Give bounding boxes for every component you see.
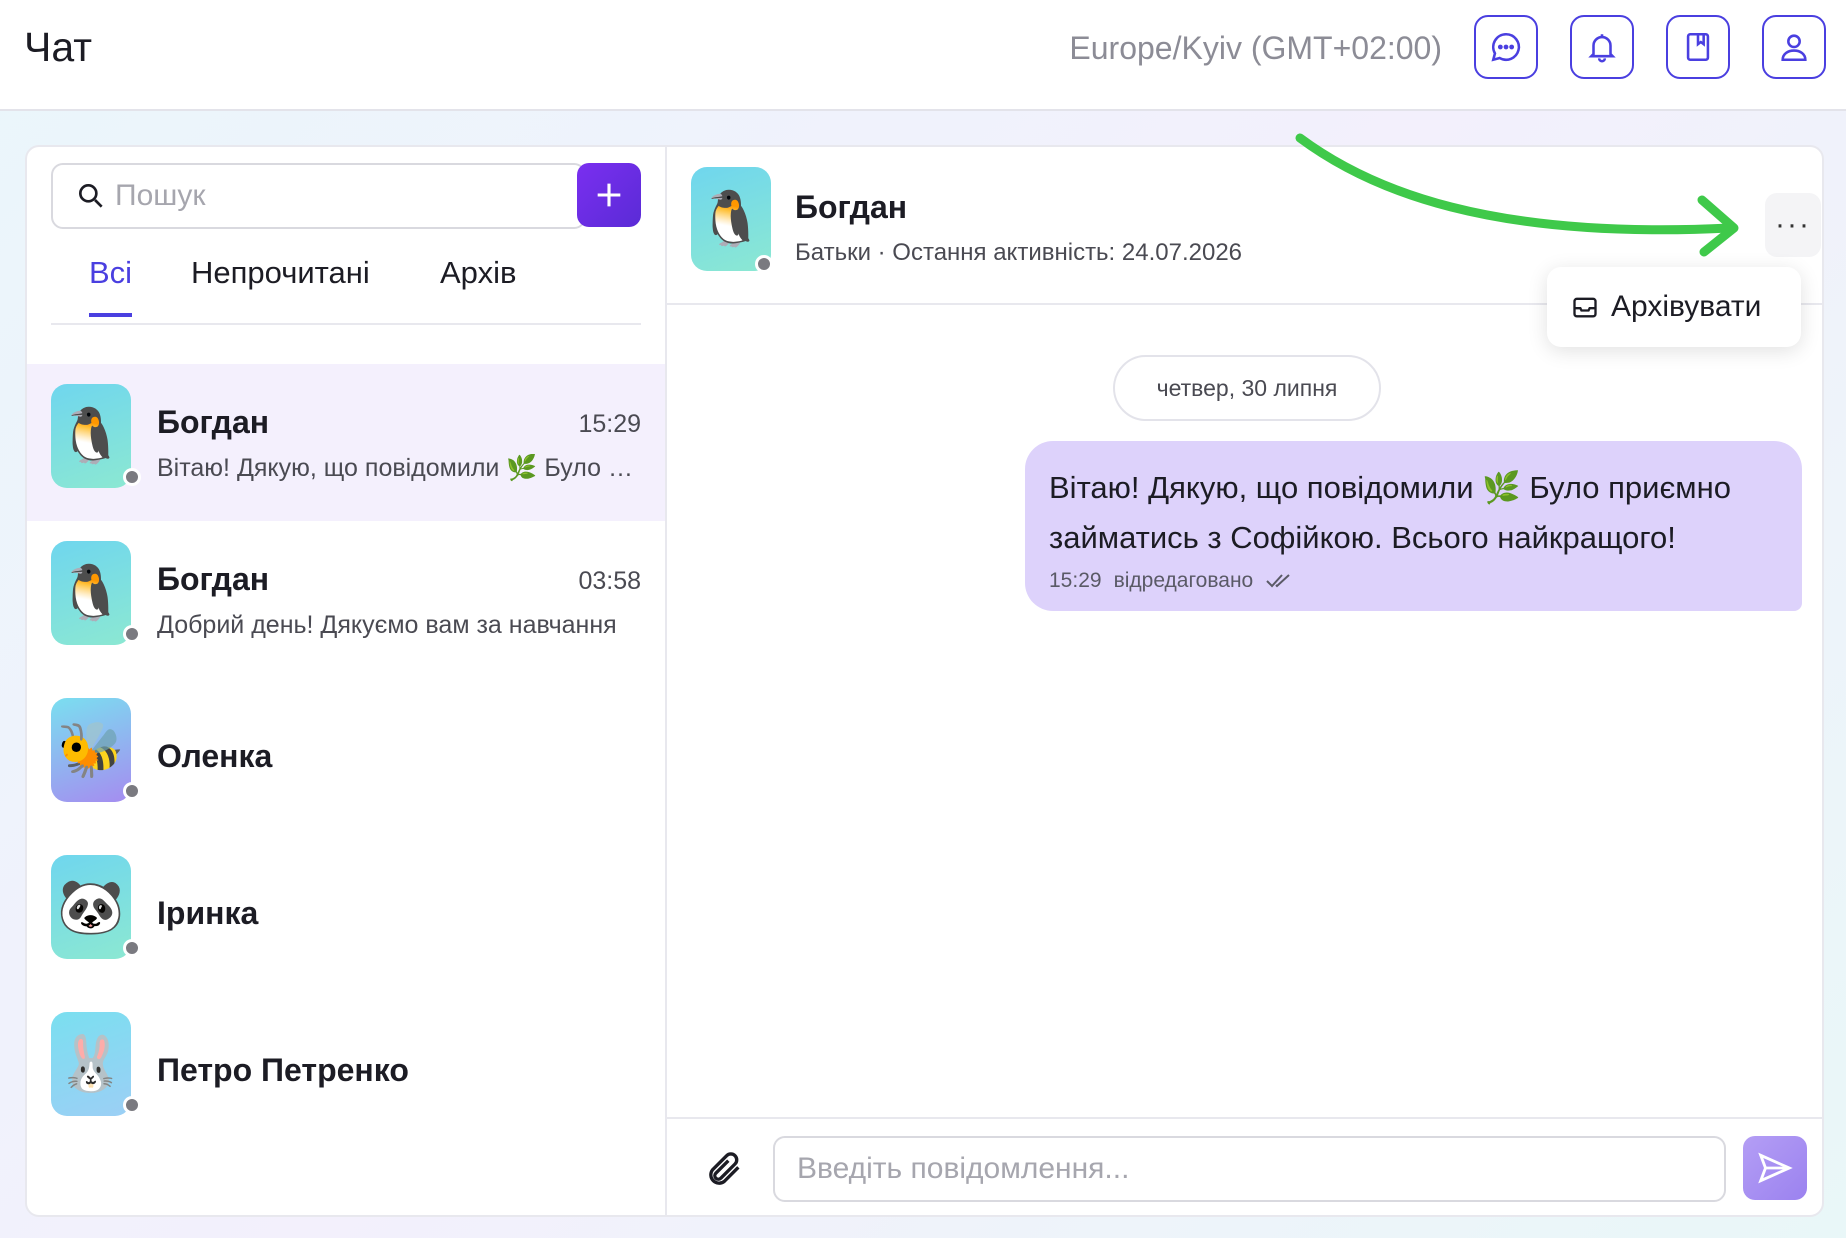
message-meta: 15:29 відредаговано	[1049, 569, 1778, 593]
chat-list-item[interactable]: 🐧 Богдан 03:58 Добрий день! Дякуємо вам …	[27, 521, 665, 678]
chat-time: 15:29	[578, 410, 641, 438]
timezone-label: Europe/Kyiv (GMT+02:00)	[1069, 30, 1442, 66]
message-bubble[interactable]: Вітаю! Дякую, що повідомили 🌿 Було приєм…	[1025, 441, 1802, 611]
send-icon	[1758, 1152, 1793, 1184]
chat-list: 🐧 Богдан 15:29 Вітаю! Дякую, що повідоми…	[27, 364, 665, 1149]
status-dot	[123, 625, 141, 643]
chat-preview: Вітаю! Дякую, що повідомили 🌿 Було приєм…	[157, 454, 642, 482]
status-dot	[123, 782, 141, 800]
date-divider: четвер, 30 липня	[1113, 355, 1381, 421]
chat-sidebar: Всі Непрочитані Архів 🐧 Богдан 15:29 Віт…	[27, 147, 667, 1215]
chat-name: Богдан	[157, 561, 270, 597]
bookmarks-button[interactable]	[1666, 15, 1730, 79]
status-dot	[755, 255, 773, 273]
avatar: 🐼	[51, 855, 141, 959]
message-time: 15:29	[1049, 569, 1102, 592]
archive-label: Архівувати	[1611, 290, 1762, 323]
page-title: Чат	[24, 24, 93, 70]
tab-archive[interactable]: Архів	[440, 255, 516, 313]
status-dot	[123, 468, 141, 486]
paperclip-icon[interactable]	[705, 1149, 745, 1189]
avatar: 🐝	[51, 698, 141, 802]
chat-icon	[1491, 32, 1521, 62]
bookmark-book-icon	[1686, 32, 1710, 62]
tab-all[interactable]: Всі	[89, 255, 133, 317]
annotation-arrow	[1295, 133, 1739, 257]
status-dot	[123, 1096, 141, 1114]
notifications-button[interactable]	[1570, 15, 1634, 79]
chat-panel: Всі Непрочитані Архів 🐧 Богдан 15:29 Віт…	[25, 145, 1824, 1217]
ellipsis-icon: ···	[1775, 208, 1811, 241]
tab-unread[interactable]: Непрочитані	[191, 255, 370, 313]
message-input[interactable]	[773, 1136, 1726, 1202]
conversation-subtitle: Батьки · Остання активність: 24.07.2026	[795, 239, 1243, 266]
chat-name: Оленка	[157, 738, 273, 774]
chat-name: Петро Петренко	[157, 1052, 409, 1088]
chat-tabs: Всі Непрочитані Архів	[51, 247, 641, 325]
send-button[interactable]	[1743, 1136, 1807, 1200]
top-bar: Чат Europe/Kyiv (GMT+02:00)	[0, 0, 1846, 111]
chat-list-item[interactable]: 🐝 Оленка	[27, 678, 665, 835]
chat-preview: Добрий день! Дякуємо вам за навчання	[157, 611, 617, 639]
status-dot	[123, 939, 141, 957]
avatar: 🐧	[51, 541, 141, 645]
message-edited-label: відредаговано	[1113, 569, 1254, 592]
double-check-icon	[1266, 574, 1290, 588]
archive-icon	[1573, 297, 1597, 318]
message-text: Вітаю! Дякую, що повідомили 🌿 Було приєм…	[1049, 470, 1731, 555]
archive-menu-item[interactable]: Архівувати	[1547, 267, 1801, 347]
conversation-pane: 🐧 Богдан Батьки · Остання активність: 24…	[667, 147, 1822, 1215]
search-input[interactable]	[115, 179, 555, 213]
new-chat-button[interactable]	[577, 163, 641, 227]
profile-button[interactable]	[1762, 15, 1826, 79]
chat-name: Іринка	[157, 895, 259, 931]
more-options-button[interactable]: ···	[1765, 193, 1821, 257]
search-icon	[79, 184, 103, 208]
search-box[interactable]	[51, 163, 586, 229]
plus-icon	[597, 183, 621, 207]
bell-icon	[1588, 34, 1616, 63]
avatar: 🐰	[51, 1012, 141, 1116]
chat-list-item[interactable]: 🐼 Іринка	[27, 835, 665, 992]
avatar: 🐧	[51, 384, 141, 488]
message-composer	[667, 1117, 1822, 1215]
chat-list-item[interactable]: 🐰 Петро Петренко	[27, 992, 665, 1149]
chat-time: 03:58	[578, 567, 641, 595]
chat-name: Богдан	[157, 404, 270, 440]
avatar: 🐧	[691, 167, 773, 273]
messages-button[interactable]	[1474, 15, 1538, 79]
chat-list-item[interactable]: 🐧 Богдан 15:29 Вітаю! Дякую, що повідоми…	[27, 364, 665, 521]
user-icon	[1781, 34, 1807, 62]
conversation-name: Богдан	[795, 189, 908, 225]
